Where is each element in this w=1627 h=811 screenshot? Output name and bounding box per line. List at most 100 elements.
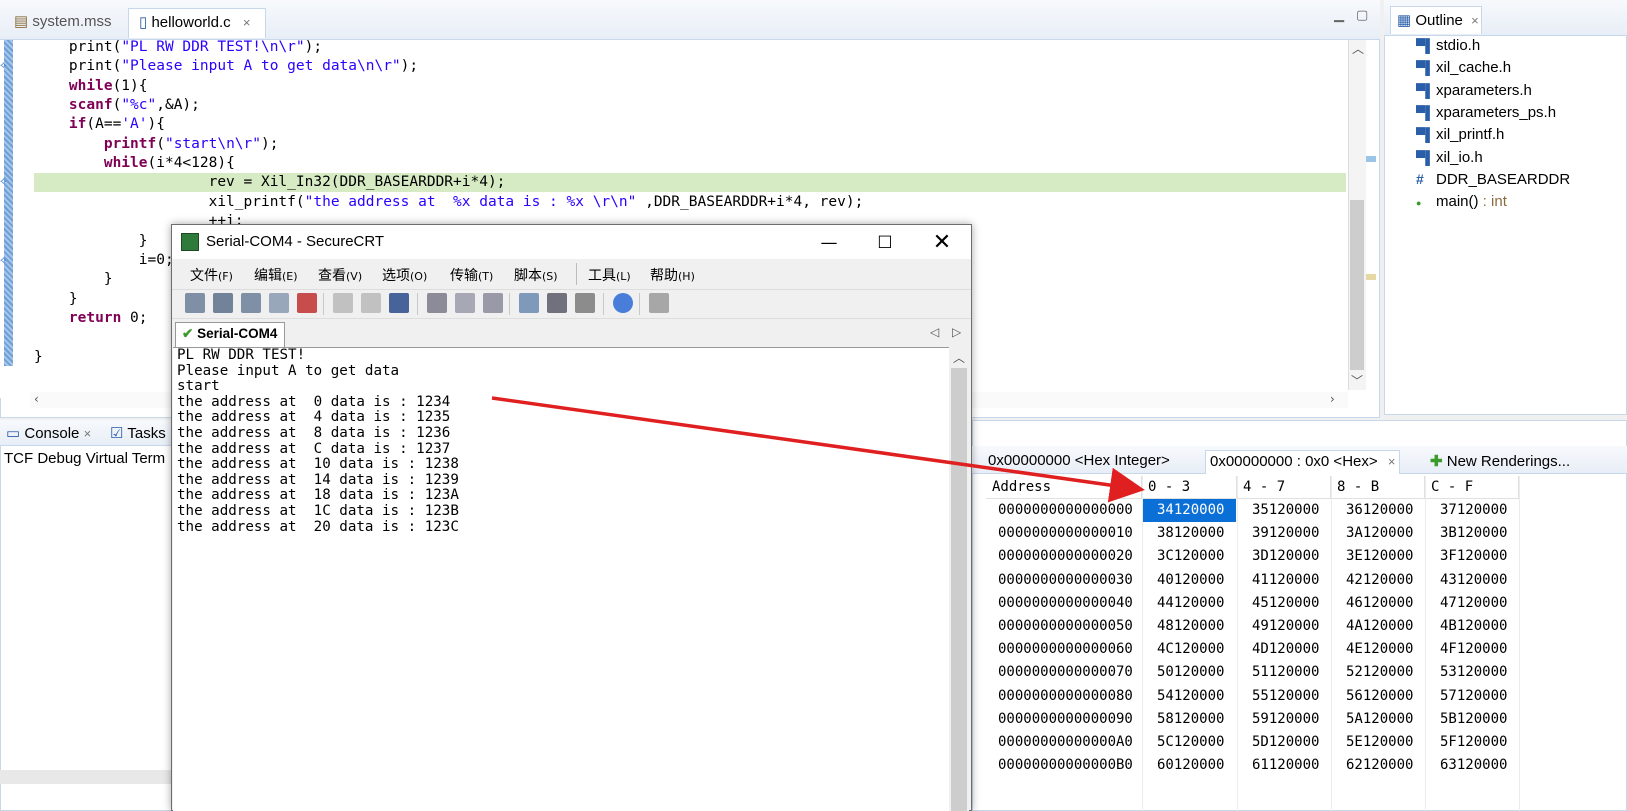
memory-cell[interactable]: 3B120000 (1426, 522, 1518, 545)
menu-item[interactable]: 工具(L) (588, 265, 631, 285)
close-button[interactable]: ✕ (919, 229, 965, 257)
menu-item[interactable]: 查看(V) (318, 265, 362, 285)
column-header[interactable]: 0 - 3 (1142, 476, 1237, 499)
console-scrollbar[interactable] (0, 770, 175, 784)
outline-item[interactable]: ● main() : int (1416, 193, 1507, 215)
tab-helloworld-c[interactable]: ▯ helloworld.c × (128, 8, 266, 38)
outline-item[interactable]: # DDR_BASEARDDR (1416, 171, 1570, 193)
terminal-scroll-thumb[interactable] (951, 368, 967, 811)
memory-cell[interactable]: 37120000 (1426, 499, 1518, 522)
print-icon[interactable] (427, 293, 447, 313)
memory-cell[interactable]: 57120000 (1426, 685, 1518, 708)
memory-cell[interactable]: 43120000 (1426, 569, 1518, 592)
memory-cell[interactable]: 46120000 (1332, 592, 1424, 615)
memory-cell[interactable]: 5C120000 (1143, 731, 1236, 754)
memory-cell[interactable]: 4D120000 (1238, 638, 1330, 661)
memory-cell[interactable]: 49120000 (1238, 615, 1330, 638)
help-icon[interactable] (613, 293, 633, 313)
connect-tab-icon[interactable] (241, 293, 261, 313)
memory-cell[interactable]: 63120000 (1426, 754, 1518, 777)
new-renderings-button[interactable]: ✚ New Renderings... (1426, 450, 1574, 474)
memory-cell[interactable]: 3F120000 (1426, 545, 1518, 568)
memory-cell[interactable]: 35120000 (1238, 499, 1330, 522)
session-tab[interactable]: ✔ Serial-COM4 (175, 322, 285, 347)
menu-item[interactable]: 选项(O) (382, 265, 427, 285)
memory-cell[interactable]: 3C120000 (1143, 545, 1236, 568)
memory-cell[interactable]: 52120000 (1332, 661, 1424, 684)
sftp-icon[interactable] (649, 293, 669, 313)
menu-item[interactable]: 帮助(H) (650, 265, 695, 285)
memory-cell[interactable]: 4A120000 (1332, 615, 1424, 638)
memory-cell[interactable]: 59120000 (1238, 708, 1330, 731)
memory-cell[interactable]: 47120000 (1426, 592, 1518, 615)
memory-cell[interactable]: 5B120000 (1426, 708, 1518, 731)
find-icon[interactable] (389, 293, 409, 313)
session-options-icon[interactable] (519, 293, 539, 313)
memory-cell[interactable]: 39120000 (1238, 522, 1330, 545)
paste-icon[interactable] (361, 293, 381, 313)
column-header[interactable]: C - F (1425, 476, 1519, 499)
memory-cell[interactable]: 4F120000 (1426, 638, 1518, 661)
memory-cell[interactable]: 4E120000 (1332, 638, 1424, 661)
memory-cell[interactable]: 34120000 (1143, 499, 1236, 522)
outline-item[interactable]: ▀▌ xil_io.h (1416, 149, 1483, 171)
memory-cell[interactable]: 58120000 (1143, 708, 1236, 731)
column-header[interactable]: Address (986, 476, 1142, 499)
scroll-up-icon[interactable]: ︿ (953, 349, 965, 366)
menu-item[interactable]: 编辑(E) (254, 265, 298, 285)
menu-item[interactable]: 传输(T) (450, 265, 493, 285)
print-setup-icon[interactable] (455, 293, 475, 313)
close-icon[interactable]: × (1388, 454, 1396, 469)
memory-cell[interactable]: 5F120000 (1426, 731, 1518, 754)
outline-item[interactable]: ▀▌ xil_printf.h (1416, 126, 1504, 148)
outline-item[interactable]: ▀▌ xparameters.h (1416, 82, 1532, 104)
column-header[interactable]: 4 - 7 (1237, 476, 1331, 499)
memory-cell[interactable]: 36120000 (1332, 499, 1424, 522)
memory-cell[interactable]: 4C120000 (1143, 638, 1236, 661)
memory-cell[interactable]: 4B120000 (1426, 615, 1518, 638)
memory-cell[interactable]: 51120000 (1238, 661, 1330, 684)
maximize-button[interactable]: ☐ (862, 229, 908, 257)
memory-cell[interactable]: 42120000 (1332, 569, 1424, 592)
scroll-up-icon[interactable]: ︿ (1352, 40, 1364, 57)
memory-cell[interactable]: 60120000 (1143, 754, 1236, 777)
minimize-icon[interactable]: ▁ (1334, 8, 1344, 23)
tab-outline[interactable]: ▦ Outline × (1390, 6, 1482, 34)
disconnect-icon[interactable] (297, 293, 317, 313)
menu-item[interactable]: 脚本(S) (514, 265, 558, 285)
maximize-icon[interactable]: ▢ (1356, 8, 1368, 23)
copy-icon[interactable] (333, 293, 353, 313)
tab-next-icon[interactable]: ▷ (952, 325, 961, 339)
reconnect-icon[interactable] (269, 293, 289, 313)
memory-cell[interactable]: 40120000 (1143, 569, 1236, 592)
tab-tasks[interactable]: ☑ Tasks (110, 424, 166, 442)
close-icon[interactable]: × (84, 426, 92, 441)
scroll-down-icon[interactable]: ﹀ (1350, 372, 1364, 388)
global-options-icon[interactable] (547, 293, 567, 313)
keymap-icon[interactable] (575, 293, 595, 313)
outline-item[interactable]: ▀▌ xparameters_ps.h (1416, 104, 1556, 126)
memory-cell[interactable]: 38120000 (1143, 522, 1236, 545)
memory-cell[interactable]: 3E120000 (1332, 545, 1424, 568)
outline-item[interactable]: ▀▌ stdio.h (1416, 37, 1480, 59)
printer-icon[interactable] (483, 293, 503, 313)
memory-cell[interactable]: 55120000 (1238, 685, 1330, 708)
memory-cell[interactable]: 3A120000 (1332, 522, 1424, 545)
minimize-button[interactable]: — (806, 229, 852, 257)
menu-item[interactable]: 文件(F) (190, 265, 233, 285)
memory-cell[interactable]: 5E120000 (1332, 731, 1424, 754)
column-header[interactable]: 8 - B (1331, 476, 1425, 499)
outline-item[interactable]: ▀▌ xil_cache.h (1416, 59, 1511, 81)
memory-cell[interactable]: 5D120000 (1238, 731, 1330, 754)
tab-system-mss[interactable]: ▤ system.mss (4, 8, 122, 38)
editor-scroll-thumb[interactable] (1350, 200, 1364, 370)
memory-cell[interactable]: 50120000 (1143, 661, 1236, 684)
tab-console[interactable]: ▭ Console × (6, 424, 91, 442)
memory-cell[interactable]: 56120000 (1332, 685, 1424, 708)
memory-cell[interactable]: 45120000 (1238, 592, 1330, 615)
memory-cell[interactable]: 44120000 (1143, 592, 1236, 615)
memory-cell[interactable]: 54120000 (1143, 685, 1236, 708)
tab-prev-icon[interactable]: ◁ (930, 325, 939, 339)
quick-connect-icon[interactable] (213, 293, 233, 313)
memory-cell[interactable]: 3D120000 (1238, 545, 1330, 568)
